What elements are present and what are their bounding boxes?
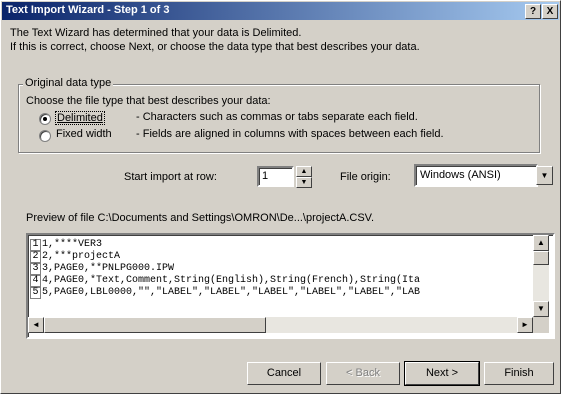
vertical-scroll-thumb[interactable] [533,251,549,265]
horizontal-scroll-thumb[interactable] [44,317,266,333]
file-origin-value: Windows (ANSI) [420,169,501,181]
delimited-label-text: Delimited [57,112,103,124]
arrow-up-icon: ▲ [537,238,545,247]
preview-line: 2 2,***projectA [30,251,120,263]
arrow-left-icon: ◄ [32,320,40,329]
preview-label: Preview of file C:\Documents and Setting… [26,212,375,224]
scroll-corner [533,317,549,333]
wizard-window: Text Import Wizard - Step 1 of 3 ? X The… [0,0,561,394]
line-number: 4 [30,275,41,287]
line-text: 4,PAGE0,*Text,Comment,String(English),St… [42,275,421,286]
fixed-width-radio[interactable] [39,130,51,142]
next-button[interactable]: Next > [404,361,480,386]
horizontal-scrollbar[interactable]: ◄ ► [28,317,533,333]
spin-up-icon: ▲ [300,168,308,175]
preview-line: 5 5,PAGE0,LBL0000,"","LABEL","LABEL","LAB… [30,287,420,299]
close-button[interactable]: X [542,4,558,19]
scroll-up-button[interactable]: ▲ [533,235,549,251]
preview-line: 3 3,PAGE0,**PNLPG000.IPW [30,263,174,275]
delimited-desc: - Characters such as commas or tabs sepa… [136,111,418,123]
chevron-down-icon: ▼ [540,171,549,180]
line-text: 3,PAGE0,**PNLPG000.IPW [42,263,175,274]
finish-button[interactable]: Finish [484,362,554,385]
group-legend: Original data type [23,77,114,89]
window-title: Text Import Wizard - Step 1 of 3 [6,4,170,16]
title-bar[interactable]: Text Import Wizard - Step 1 of 3 ? X [2,2,559,20]
preview-line: 1 1,****VER3 [30,239,102,251]
line-number: 2 [30,251,41,263]
scroll-down-button[interactable]: ▼ [533,301,549,317]
cancel-button[interactable]: Cancel [247,362,321,385]
start-row-value: 1 [262,170,269,182]
line-number: 5 [30,287,41,299]
preview-line: 4 4,PAGE0,*Text,Comment,String(English),S… [30,275,420,287]
back-button[interactable]: < Back [326,362,400,385]
spin-down-button[interactable]: ▼ [296,177,312,188]
fixed-width-desc: - Fields are aligned in columns with spa… [136,128,444,140]
line-text: 2,***projectA [42,251,121,262]
arrow-down-icon: ▼ [537,304,545,313]
start-row-input[interactable]: 1 [257,166,294,187]
intro-line-1: The Text Wizard has determined that your… [10,27,302,39]
line-text: 5,PAGE0,LBL0000,"","LABEL","LABEL","LABE… [42,287,421,298]
delimited-label[interactable]: Delimited [55,111,105,125]
fixed-width-label[interactable]: Fixed width [56,128,112,140]
spin-down-icon: ▼ [300,179,308,186]
help-button[interactable]: ? [525,4,541,19]
file-origin-dropdown-button[interactable]: ▼ [536,166,553,185]
scroll-left-button[interactable]: ◄ [28,317,44,333]
file-type-prompt: Choose the file type that best describes… [26,95,271,107]
arrow-right-icon: ► [521,320,529,329]
delimited-radio[interactable] [39,113,51,125]
spin-up-button[interactable]: ▲ [296,166,312,177]
vertical-scrollbar[interactable]: ▲ ▼ [533,235,549,317]
start-import-label: Start import at row: [124,171,217,183]
file-origin-label: File origin: [340,171,391,183]
line-number: 3 [30,263,41,275]
intro-line-2: If this is correct, choose Next, or choo… [10,41,420,53]
line-number: 1 [30,239,41,251]
scroll-right-button[interactable]: ► [517,317,533,333]
line-text: 1,****VER3 [42,239,103,250]
file-origin-select[interactable]: Windows (ANSI) [414,164,538,187]
